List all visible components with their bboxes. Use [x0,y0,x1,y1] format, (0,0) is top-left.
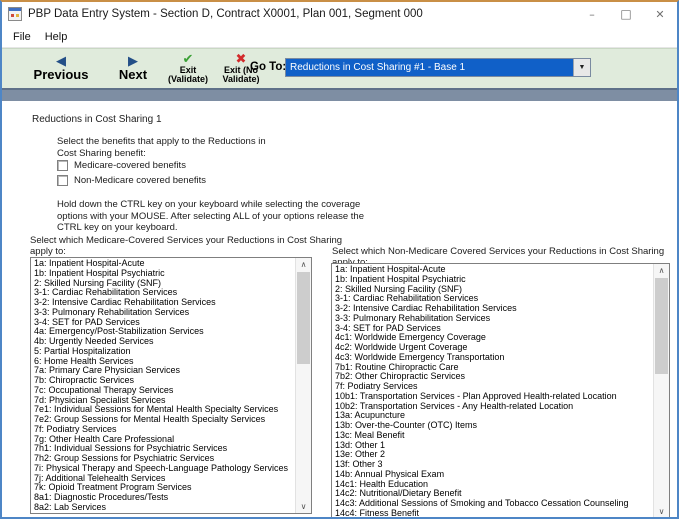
scroll-down-icon[interactable]: ∨ [654,505,669,517]
non-medicare-benefits-checkbox[interactable] [57,175,68,186]
medicare-benefits-checkbox-label: Medicare-covered benefits [74,160,186,171]
menu-bar: File Help [2,26,677,48]
previous-button[interactable]: ◀ Previous [20,50,102,87]
check-icon: ✔ [182,51,194,67]
next-label: Next [118,67,148,82]
list-item[interactable]: 13e: Other 2 [335,449,653,460]
non-medicare-benefits-checkbox-label: Non-Medicare covered benefits [74,175,207,186]
medicare-benefits-checkbox[interactable] [57,160,68,171]
medicare-list-scrollbar[interactable]: ∧ ∨ [295,258,311,513]
non-medicare-list-scrollbar[interactable]: ∧ ∨ [653,264,669,517]
goto-dropdown[interactable]: Reductions in Cost Sharing #1 - Base 1 ▼ [285,58,591,77]
chevron-down-icon[interactable]: ▼ [573,59,590,76]
menu-help[interactable]: Help [38,29,75,45]
ctrl-key-instruction: Hold down the CTRL key on your keyboard … [57,199,364,233]
title-bar: PBP Data Entry System - Section D, Contr… [2,2,677,26]
non-medicare-benefits-checkbox-row[interactable]: Non-Medicare covered benefits [57,175,206,186]
exit-validate-button[interactable]: ✔ Exit (Validate) [163,50,213,87]
app-icon [8,7,22,21]
scrollbar-thumb[interactable] [655,278,668,374]
scroll-down-icon[interactable]: ∨ [296,500,311,513]
list-item[interactable]: 14c4: Fitness Benefit [335,508,653,517]
app-window: PBP Data Entry System - Section D, Contr… [0,0,679,519]
scroll-up-icon[interactable]: ∧ [654,264,669,277]
minimize-icon[interactable]: – [575,2,609,26]
close-icon[interactable]: ✕ [643,2,677,26]
benefits-prompt: Select the benefits that apply to the Re… [57,136,266,159]
non-medicare-services-list: 1a: Inpatient Hospital-Acute 1b: Inpatien… [332,264,653,517]
page-title: Reductions in Cost Sharing 1 [32,114,162,125]
medicare-benefits-checkbox-row[interactable]: Medicare-covered benefits [57,160,186,171]
list-item[interactable]: 8a2: Lab Services [34,502,295,513]
toolbar: ◀ Previous ▶ Next ✔ Exit (Validate) ✖ Ex… [2,48,677,88]
window-title: PBP Data Entry System - Section D, Contr… [28,8,423,20]
next-button[interactable]: ▶ Next [106,50,160,87]
medicare-services-listbox[interactable]: 1a: Inpatient Hospital-Acute 1b: Inpatien… [30,257,312,514]
toolbar-separator [2,88,677,101]
window-controls: – □ ✕ [575,2,677,26]
scroll-up-icon[interactable]: ∧ [296,258,311,271]
goto-label: Go To: [250,61,287,73]
maximize-icon[interactable]: □ [609,2,643,26]
content-area: Reductions in Cost Sharing 1 Select the … [2,101,677,517]
menu-file[interactable]: File [6,29,38,45]
non-medicare-services-listbox[interactable]: 1a: Inpatient Hospital-Acute 1b: Inpatien… [331,263,670,517]
goto-dropdown-value: Reductions in Cost Sharing #1 - Base 1 [290,62,466,73]
x-icon: ✖ [235,51,247,67]
medicare-services-list: 1a: Inpatient Hospital-Acute 1b: Inpatien… [31,258,295,513]
scrollbar-thumb[interactable] [297,272,310,364]
medicare-list-label: Select which Medicare-Covered Services y… [30,235,343,257]
previous-label: Previous [33,67,89,82]
exit-validate-label: Exit (Validate) [167,64,208,84]
